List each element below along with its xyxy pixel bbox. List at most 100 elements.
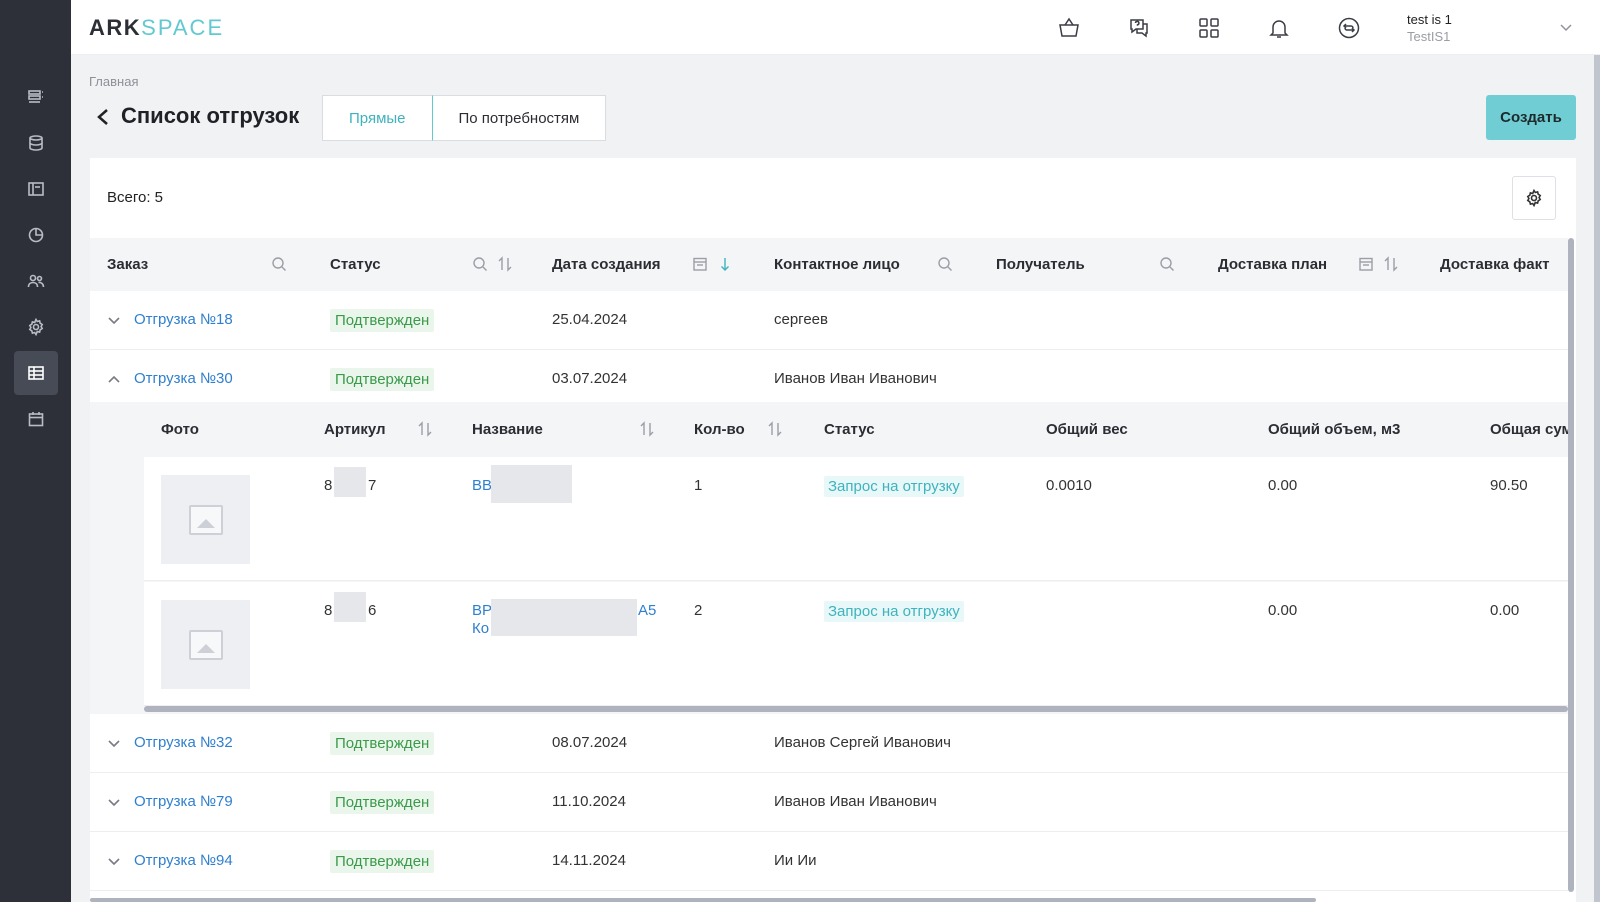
item-name-link[interactable]: BB [472, 477, 492, 495]
search-icon [272, 257, 286, 271]
back-button[interactable] [93, 106, 113, 128]
apps-button[interactable] [1195, 14, 1223, 42]
support-chat-button[interactable] [1125, 14, 1153, 42]
user-name: test is 1 [1407, 12, 1452, 27]
basket-button[interactable] [1055, 14, 1083, 42]
sync-button[interactable] [1335, 14, 1363, 42]
sort-icon [418, 421, 432, 437]
expand-row-button[interactable] [106, 735, 124, 753]
created-date-filter-button[interactable] [691, 255, 709, 273]
top-header: ARKSPACE test is 1 TestIS1 [71, 0, 1600, 55]
order-link[interactable]: Отгрузка №79 [134, 793, 233, 810]
app-logo[interactable]: ARKSPACE [89, 15, 224, 41]
status-badge: Подтвержден [330, 850, 435, 873]
order-link[interactable]: Отгрузка №30 [134, 370, 233, 387]
order-link[interactable]: Отгрузка №94 [134, 852, 233, 869]
column-recipient: Получатель [996, 256, 1085, 273]
status-badge: Подтвержден [330, 309, 435, 332]
table-settings-button[interactable] [1512, 176, 1556, 220]
name-sort-button[interactable] [638, 420, 656, 438]
table-horizontal-scrollbar[interactable] [90, 898, 1316, 902]
table-row-expanded[interactable]: Отгрузка №30 Подтвержден 03.07.2024 Иван… [90, 350, 1568, 409]
contact-search-button[interactable] [936, 255, 954, 273]
article-sort-button[interactable] [416, 420, 434, 438]
tab-by-needs[interactable]: По потребностям [432, 95, 607, 141]
sidebar-item-reports[interactable] [14, 213, 58, 257]
sidebar-item-layout[interactable] [14, 167, 58, 211]
order-search-button[interactable] [270, 255, 288, 273]
quantity-sort-button[interactable] [766, 420, 784, 438]
table-vertical-scrollbar[interactable] [1568, 238, 1574, 892]
order-link[interactable]: Отгрузка №18 [134, 311, 233, 328]
chevron-left-icon [97, 109, 108, 125]
table-row[interactable]: Отгрузка №79 Подтвержден 11.10.2024 Иван… [90, 773, 1568, 832]
bell-icon [1269, 20, 1289, 38]
create-button[interactable]: Создать [1486, 95, 1576, 140]
table-row[interactable]: Отгрузка №32 Подтвержден 08.07.2024 Иван… [90, 714, 1568, 773]
created-date-sort-button[interactable] [716, 255, 734, 273]
item-volume: 0.00 [1268, 602, 1298, 619]
collapse-row-button[interactable] [106, 371, 124, 389]
sidebar-item-users[interactable] [14, 259, 58, 303]
column-photo: Фото [161, 421, 199, 438]
redacted-mask [334, 592, 366, 622]
recipient-search-button[interactable] [1158, 255, 1176, 273]
column-quantity: Кол-во [694, 421, 745, 438]
item-name-link[interactable]: BP [472, 602, 492, 620]
tab-direct[interactable]: Прямые [322, 95, 433, 141]
expand-row-button[interactable] [106, 794, 124, 812]
status-search-button[interactable] [471, 255, 489, 273]
column-total-volume: Общий объем, м3 [1268, 421, 1401, 438]
sidebar-item-calendar[interactable] [14, 397, 58, 441]
sidebar-item-settings[interactable] [14, 305, 58, 349]
contact-person: Иванов Иван Иванович [774, 370, 937, 387]
shipments-table-card: Всего: 5 Заказ Статус Дата создания Конт… [90, 158, 1576, 902]
table-row[interactable]: Отгрузка №94 Подтвержден 14.11.2024 Ии И… [90, 832, 1568, 891]
notifications-button[interactable] [1265, 14, 1293, 42]
search-icon [1160, 257, 1174, 271]
sort-icon [498, 256, 512, 272]
column-delivery-plan: Доставка план [1218, 256, 1328, 273]
column-article: Артикул [324, 421, 386, 438]
column-delivery-fact: Доставка факт [1440, 256, 1550, 273]
nested-horizontal-scrollbar[interactable] [144, 706, 1568, 712]
calendar-icon [28, 412, 44, 427]
gear-icon [28, 318, 44, 336]
expand-row-button[interactable] [106, 312, 124, 330]
created-date: 08.07.2024 [552, 734, 628, 751]
item-status-badge: Запрос на отгрузку [824, 601, 964, 622]
sidebar-item-database[interactable] [14, 121, 58, 165]
item-name-link-line2[interactable]: Ко [472, 620, 489, 638]
delivery-plan-filter-button[interactable] [1357, 255, 1375, 273]
basket-icon [1059, 17, 1079, 37]
sidebar-item-shipments[interactable] [14, 351, 58, 395]
sort-icon [768, 421, 782, 437]
nested-item-row[interactable]: 8 7 BB 1 Запрос на отгрузку 0.0010 0.00 … [144, 457, 1568, 581]
table-row[interactable]: Отгрузка №18 Подтвержден 25.04.2024 серг… [90, 291, 1568, 350]
expand-row-button[interactable] [106, 853, 124, 871]
page-scrollbar[interactable] [1594, 55, 1600, 902]
pie-chart-icon [28, 227, 44, 243]
database-icon [29, 135, 43, 151]
sidebar [0, 0, 71, 902]
chevron-down-icon [108, 858, 120, 866]
user-menu-toggle[interactable] [1557, 18, 1575, 36]
item-status-badge: Запрос на отгрузку [824, 476, 964, 497]
apps-grid-icon [1199, 18, 1219, 38]
calendar-icon [1359, 257, 1373, 271]
breadcrumb[interactable]: Главная [89, 74, 138, 89]
contact-person: Иванов Иван Иванович [774, 793, 937, 810]
item-photo [161, 475, 250, 564]
status-sort-button[interactable] [496, 255, 514, 273]
order-link[interactable]: Отгрузка №32 [134, 734, 233, 751]
sidebar-item-list[interactable] [14, 75, 58, 119]
article-prefix: 8 [324, 477, 333, 494]
created-date: 03.07.2024 [552, 370, 628, 387]
user-info[interactable]: test is 1 TestIS1 [1407, 11, 1452, 45]
search-icon [938, 257, 952, 271]
nested-item-row[interactable]: 8 6 BP Ко A5 2 Запрос на отгрузку 0.00 0… [144, 582, 1568, 706]
item-name-link-suffix[interactable]: A5 [638, 602, 656, 620]
image-placeholder-icon [188, 629, 223, 660]
created-date: 25.04.2024 [552, 311, 628, 328]
delivery-plan-sort-button[interactable] [1382, 255, 1400, 273]
